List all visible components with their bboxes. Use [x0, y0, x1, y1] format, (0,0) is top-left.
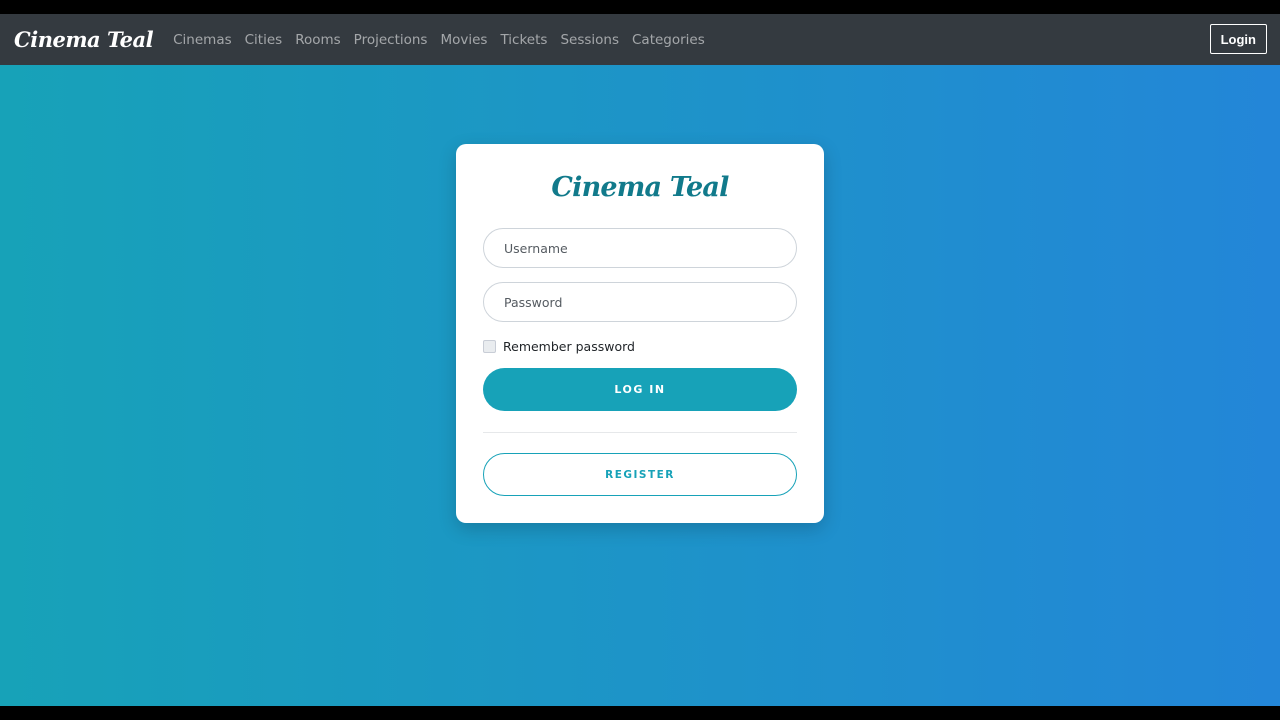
nav-link-cinemas[interactable]: Cinemas — [173, 32, 232, 48]
navbar-login-button[interactable]: Login — [1209, 24, 1267, 54]
remember-password-label: Remember password — [503, 338, 635, 354]
main-background: Cinema Teal Remember password LOG IN REG… — [0, 65, 1280, 706]
nav-link-cities[interactable]: Cities — [245, 32, 283, 48]
nav-link-sessions[interactable]: Sessions — [560, 32, 619, 48]
username-input[interactable] — [483, 228, 797, 268]
register-button[interactable]: REGISTER — [483, 453, 797, 496]
login-card-title: Cinema Teal — [551, 172, 729, 203]
nav-links: Cinemas Cities Rooms Projections Movies … — [173, 32, 718, 48]
app-frame: Cinema Teal Cinemas Cities Rooms Project… — [0, 14, 1280, 706]
brand-logo[interactable]: Cinema Teal — [14, 27, 154, 52]
nav-link-projections[interactable]: Projections — [354, 32, 428, 48]
remember-password-row[interactable]: Remember password — [483, 338, 797, 354]
login-button[interactable]: LOG IN — [483, 368, 797, 411]
nav-link-rooms[interactable]: Rooms — [295, 32, 340, 48]
card-divider — [483, 432, 797, 433]
top-navbar: Cinema Teal Cinemas Cities Rooms Project… — [0, 14, 1280, 65]
nav-link-movies[interactable]: Movies — [440, 32, 487, 48]
nav-link-tickets[interactable]: Tickets — [500, 32, 547, 48]
remember-password-checkbox[interactable] — [483, 339, 496, 353]
login-card: Cinema Teal Remember password LOG IN REG… — [456, 144, 824, 523]
password-input[interactable] — [483, 282, 797, 322]
nav-link-categories[interactable]: Categories — [632, 32, 705, 48]
